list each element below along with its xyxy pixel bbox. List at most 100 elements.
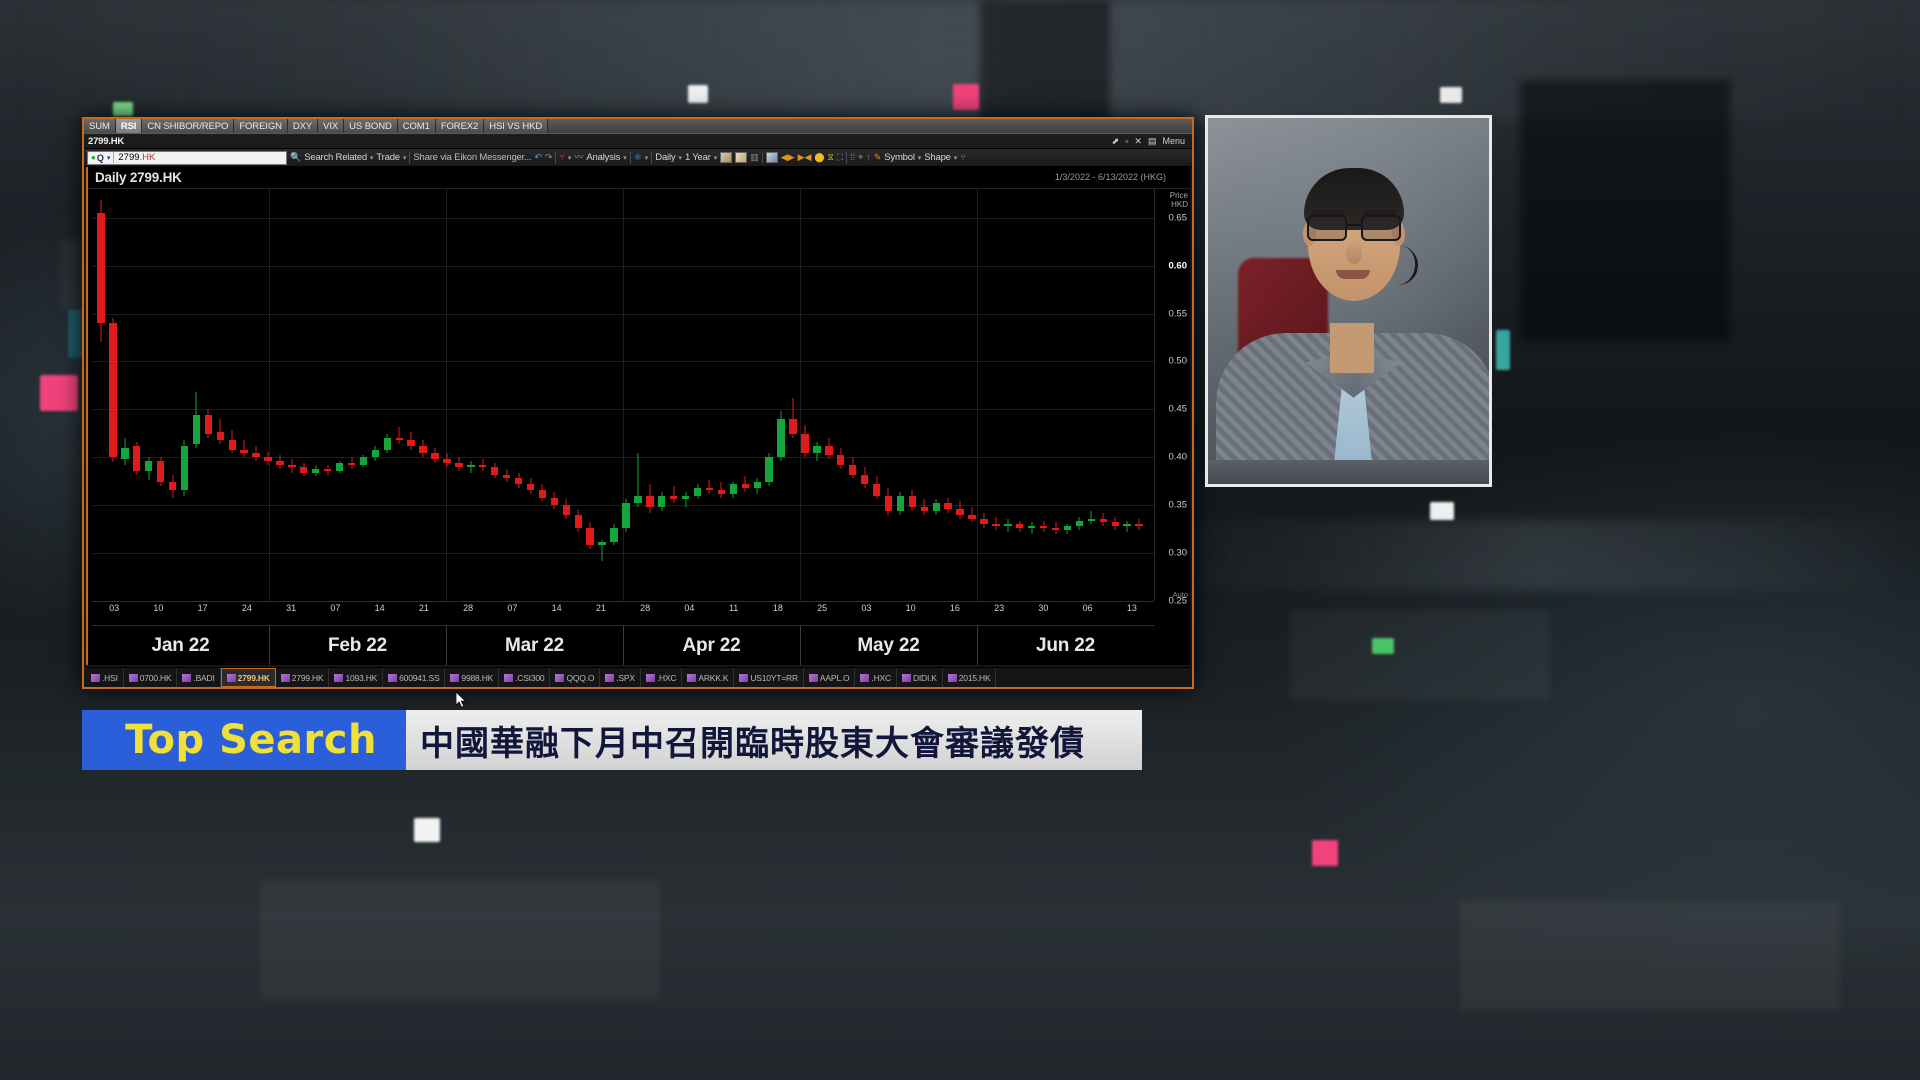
tab-cn-shibor-repo[interactable]: CN SHIBOR/REPO	[142, 119, 235, 133]
indicator-icon[interactable]: ⚛	[634, 153, 642, 162]
tab-sum[interactable]: SUM	[84, 119, 116, 133]
share-messenger-button[interactable]: Share via Eikon Messenger...	[413, 152, 531, 163]
chart-plot-area[interactable]: Price HKD 0.65 0.60 0.55 0.50 0.45 0.40 0.35 0.…	[88, 189, 1190, 708]
watchlist-item[interactable]: US10YT=RR	[734, 668, 804, 687]
date-tick-label: 13	[1126, 603, 1137, 613]
watchlist-item-label: .HSI	[102, 672, 118, 683]
watchlist-item[interactable]: DIDI.K	[897, 668, 943, 687]
candle-body	[908, 495, 917, 508]
refresh-icon[interactable]: ⬤	[814, 153, 824, 162]
watchlist-item[interactable]: 1093.HK	[329, 668, 384, 687]
watchlist-item[interactable]: 0700.HK	[124, 668, 178, 687]
draw-tool-icon[interactable]: ✎	[874, 153, 882, 162]
analysis-button[interactable]: Analysis	[586, 152, 620, 163]
interval-chevron-icon[interactable]: ▾	[678, 154, 682, 162]
chart-style-icon-1[interactable]	[720, 152, 733, 163]
price-axis-label: 0.55	[1168, 308, 1188, 320]
range-chevron-icon[interactable]: ▾	[714, 154, 718, 162]
grid-icon[interactable]: ▤	[1145, 136, 1160, 147]
watchlist-item-label: US10YT=RR	[750, 672, 798, 683]
tab-forex2[interactable]: FOREX2	[435, 119, 485, 133]
candle-wick	[1031, 522, 1033, 534]
shape-button[interactable]: Shape	[924, 152, 951, 163]
date-tick-label: 28	[463, 603, 474, 613]
chevron-down-icon[interactable]: ▾	[104, 154, 114, 162]
menu-button[interactable]: Menu	[1159, 136, 1188, 146]
collapse-horizontal-icon[interactable]: ▶◀	[798, 153, 812, 162]
drag-handle-icon[interactable]: ⁞⁞	[850, 153, 855, 162]
expand-horizontal-icon[interactable]: ◀▶	[781, 153, 795, 162]
price-axis[interactable]: Price HKD 0.65 0.60 0.55 0.50 0.45 0.40 0.35 0.…	[1154, 189, 1190, 607]
tab-rsi[interactable]: RSI	[115, 119, 143, 133]
candle-body	[884, 495, 893, 511]
candlestick	[204, 189, 213, 601]
chart-canvas[interactable]: Daily 2799.HK 1/3/2022 - 6/13/2022 (HKG)…	[86, 167, 1190, 708]
tab-foreign[interactable]: FOREIGN	[234, 119, 288, 133]
candlestick	[276, 189, 284, 601]
candlestick	[741, 189, 749, 601]
redo-icon[interactable]: ↷	[545, 153, 553, 162]
symbol-button[interactable]: Symbol	[884, 152, 915, 163]
candlestick	[777, 189, 785, 601]
candle-body	[467, 464, 475, 467]
watchlist-item[interactable]: .SPX	[600, 668, 641, 687]
watchlist-item[interactable]: .HXC	[855, 668, 897, 687]
watchlist-item[interactable]: 2799.HK	[276, 668, 330, 687]
candle-body	[371, 449, 380, 458]
lower-third-accent-bar	[82, 710, 96, 770]
date-tick-label: 10	[905, 603, 916, 613]
candle-icon[interactable]: ⑂	[559, 153, 564, 162]
indicator-chevron-icon[interactable]: ▾	[645, 154, 649, 162]
hourglass-icon[interactable]: ⧖	[827, 153, 833, 162]
cursor-icon[interactable]: ⌖	[858, 153, 863, 162]
search-related-button[interactable]: Search Related	[304, 152, 367, 163]
restore-icon[interactable]: ▫	[1122, 136, 1131, 146]
tab-com1[interactable]: COM1	[397, 119, 436, 133]
watchlist-status-bar[interactable]: .HSI 0700.HK .BADI 2799.HK 2799.HK 1093.HK 600…	[86, 667, 1190, 687]
candle-chevron-icon[interactable]: ▾	[568, 154, 572, 162]
tab-us-bond[interactable]: US BOND	[344, 119, 398, 133]
trade-button[interactable]: Trade	[376, 152, 400, 163]
tab-vix[interactable]: VIX	[318, 119, 345, 133]
trade-chevron-icon[interactable]: ▾	[403, 154, 407, 162]
magnifier-icon[interactable]: 🔍	[290, 153, 301, 162]
layout-icon[interactable]	[765, 152, 778, 163]
analysis-chevron-icon[interactable]: ▾	[623, 154, 627, 162]
undo-icon[interactable]: ↶	[534, 153, 542, 162]
fork-tool-icon[interactable]: ⑂	[960, 153, 965, 162]
watchlist-item[interactable]: .HSI	[86, 668, 124, 687]
shape-chevron-icon[interactable]: ▾	[954, 154, 958, 162]
tab-dxy[interactable]: DXY	[287, 119, 319, 133]
range-selector[interactable]: 1 Year	[685, 152, 711, 163]
watchlist-item[interactable]: .CSI300	[499, 668, 551, 687]
auto-scale-label[interactable]: Auto	[1173, 590, 1188, 599]
search-input[interactable]: ● Q ▾ 2799.HK	[87, 150, 287, 165]
interval-selector[interactable]: Daily	[655, 152, 675, 163]
watchlist-item[interactable]: AAPL.O	[804, 668, 856, 687]
tab-hsi-vs-hkd[interactable]: HSI VS HKD	[484, 119, 549, 133]
watchlist-item[interactable]: 2799.HK	[220, 668, 276, 687]
chart-style-icon-2[interactable]	[735, 152, 748, 163]
watchlist-item[interactable]: .BADI	[177, 668, 221, 687]
watchlist-item[interactable]: 600941.SS	[383, 668, 446, 687]
candle-body	[574, 514, 582, 529]
candle-body	[1016, 524, 1024, 529]
watchlist-item[interactable]: 9988.HK	[445, 668, 500, 687]
snapshot-icon[interactable]: ⛶	[837, 153, 843, 162]
maximize-icon[interactable]: ⬈	[1109, 136, 1123, 147]
analysis-icon: 〰	[574, 152, 584, 162]
candlestick	[252, 189, 260, 601]
close-icon[interactable]: ✕	[1131, 136, 1145, 147]
candle-body	[550, 497, 559, 506]
candle-body	[180, 445, 189, 490]
watchlist-item[interactable]: ARKK.K	[682, 668, 735, 687]
watchlist-item[interactable]: .HXC	[641, 668, 683, 687]
instrument-icon	[91, 673, 100, 682]
bar-chart-icon[interactable]: ▥	[750, 153, 759, 162]
watchlist-item[interactable]: 2015.HK	[943, 668, 997, 687]
symbol-chevron-icon[interactable]: ▾	[918, 154, 922, 162]
crosshair-icon[interactable]: ↑	[866, 153, 871, 162]
date-tick-label: 14	[374, 603, 385, 613]
search-related-chevron-icon[interactable]: ▾	[370, 154, 374, 162]
watchlist-item[interactable]: QQQ.O	[550, 668, 601, 687]
